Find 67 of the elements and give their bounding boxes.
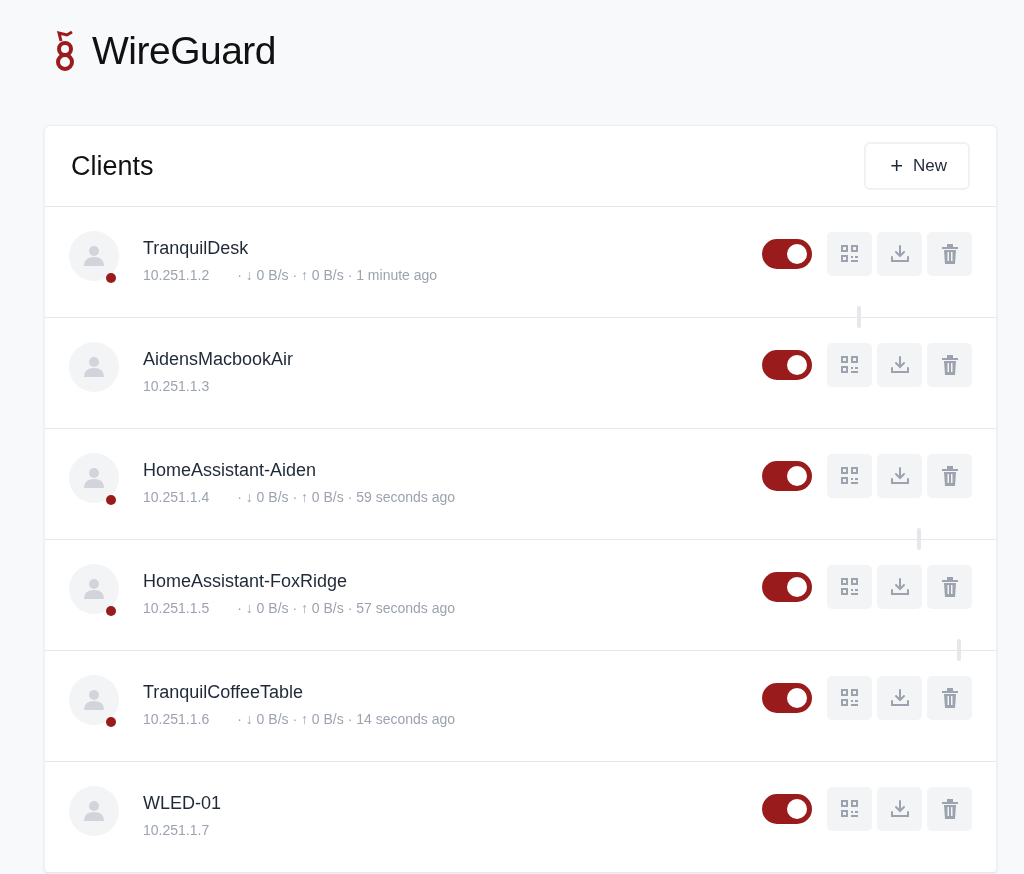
client-name: HomeAssistant-FoxRidge (143, 570, 349, 592)
download-icon (889, 799, 910, 819)
client-name: TranquilDesk (143, 237, 250, 259)
traffic-stats: · ↓ 0 B/s · ↑ 0 B/s · 14 seconds ago (237, 710, 456, 727)
trash-icon (940, 799, 959, 819)
enable-toggle[interactable] (762, 572, 812, 602)
trash-icon (940, 355, 959, 375)
download-icon (889, 244, 910, 264)
qr-code-button[interactable] (827, 454, 872, 498)
download-button[interactable] (877, 232, 922, 276)
person-icon (83, 800, 105, 822)
person-icon (83, 245, 105, 267)
delete-button[interactable] (927, 676, 972, 720)
enable-toggle[interactable] (762, 350, 812, 380)
trash-icon (940, 577, 959, 597)
qr-code-icon (839, 244, 860, 264)
client-address: 10.251.1.5 (143, 599, 210, 616)
person-icon (83, 689, 105, 711)
download-icon (889, 577, 910, 597)
download-button[interactable] (877, 454, 922, 498)
qr-code-icon (839, 577, 860, 597)
trash-icon (940, 466, 959, 486)
client-address: 10.251.1.2 (143, 266, 210, 283)
app-title: WireGuard (92, 29, 277, 73)
qr-code-icon (839, 355, 860, 375)
qr-code-button[interactable] (827, 787, 872, 831)
download-button[interactable] (877, 343, 922, 387)
client-name: WLED-01 (143, 792, 223, 814)
traffic-stats: · ↓ 0 B/s · ↑ 0 B/s · 1 minute ago (237, 266, 438, 283)
client-name: TranquilCoffeeTable (143, 681, 305, 703)
traffic-stats: · ↓ 0 B/s · ↑ 0 B/s · 57 seconds ago (237, 599, 456, 616)
qr-code-button[interactable] (827, 232, 872, 276)
trash-icon (940, 688, 959, 708)
enable-toggle[interactable] (762, 239, 812, 269)
download-icon (889, 466, 910, 486)
qr-code-button[interactable] (827, 565, 872, 609)
qr-code-icon (839, 799, 860, 819)
client-name: AidensMacbookAir (143, 348, 295, 370)
download-button[interactable] (877, 787, 922, 831)
enable-toggle[interactable] (762, 683, 812, 713)
person-icon (83, 578, 105, 600)
person-icon (83, 356, 105, 378)
delete-button[interactable] (927, 343, 972, 387)
client-address: 10.251.1.6 (143, 710, 210, 727)
delete-button[interactable] (927, 232, 972, 276)
delete-button[interactable] (927, 565, 972, 609)
enable-toggle[interactable] (762, 794, 812, 824)
download-icon (889, 355, 910, 375)
person-icon (83, 467, 105, 489)
qr-code-icon (839, 466, 860, 486)
download-button[interactable] (877, 676, 922, 720)
trash-icon (940, 244, 959, 264)
client-address: 10.251.1.4 (143, 488, 210, 505)
qr-code-icon (839, 688, 860, 708)
panel-title: Clients (71, 150, 154, 182)
delete-button[interactable] (927, 454, 972, 498)
delete-button[interactable] (927, 787, 972, 831)
client-address: 10.251.1.3 (143, 377, 210, 394)
new-client-button[interactable]: + New (864, 142, 970, 190)
client-name: HomeAssistant-Aiden (143, 459, 318, 481)
traffic-stats: · ↓ 0 B/s · ↑ 0 B/s · 59 seconds ago (237, 488, 456, 505)
client-address: 10.251.1.7 (143, 821, 210, 838)
qr-code-button[interactable] (827, 676, 872, 720)
enable-toggle[interactable] (762, 461, 812, 491)
download-icon (889, 688, 910, 708)
download-button[interactable] (877, 565, 922, 609)
qr-code-button[interactable] (827, 343, 872, 387)
